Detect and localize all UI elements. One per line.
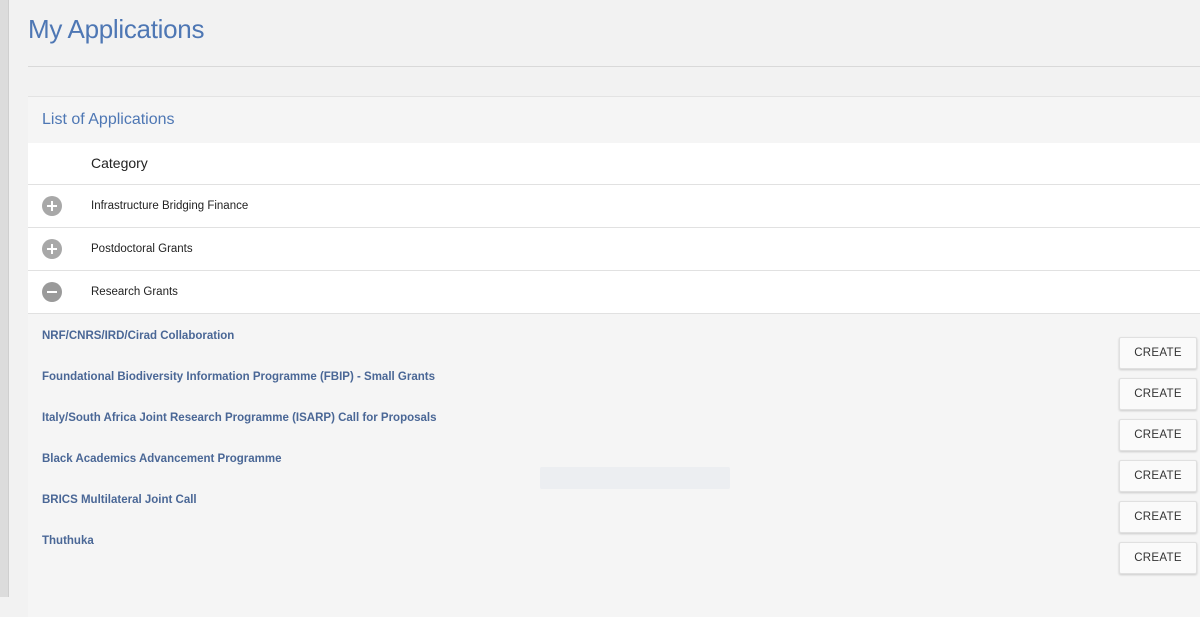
expand-plus-icon[interactable] [42,239,62,259]
title-divider [28,66,1200,67]
grant-row: Foundational Biodiversity Information Pr… [28,355,1200,410]
grant-link[interactable]: BRICS Multilateral Joint Call [42,494,197,506]
category-row-postdoctoral[interactable]: Postdoctoral Grants [28,228,1200,271]
page-title: My Applications [28,14,205,44]
left-border [0,0,9,597]
column-header-category: Category [28,143,1200,185]
category-row-infrastructure[interactable]: Infrastructure Bridging Finance [28,185,1200,228]
category-row-research[interactable]: Research Grants [28,271,1200,314]
applications-panel: List of Applications Category Infrastruc… [28,96,1200,617]
category-label: Research Grants [91,286,178,298]
grant-list: NRF/CNRS/IRD/Cirad Collaboration CREATE … [28,314,1200,574]
grant-link[interactable]: Foundational Biodiversity Information Pr… [42,371,435,383]
create-button[interactable]: CREATE [1119,542,1197,574]
panel-title: List of Applications [42,111,175,128]
category-label: Postdoctoral Grants [91,243,193,255]
grant-row: NRF/CNRS/IRD/Cirad Collaboration CREATE [28,314,1200,369]
collapse-minus-icon[interactable] [42,282,62,302]
faint-overlay [540,467,730,489]
category-label: Infrastructure Bridging Finance [91,200,249,212]
grant-link[interactable]: Thuthuka [42,535,94,547]
grant-link[interactable]: NRF/CNRS/IRD/Cirad Collaboration [42,330,234,342]
expand-plus-icon[interactable] [42,196,62,216]
grant-row: Thuthuka CREATE [28,519,1200,574]
grant-row: Italy/South Africa Joint Research Progra… [28,396,1200,451]
grant-link[interactable]: Italy/South Africa Joint Research Progra… [42,412,437,424]
category-table: Category Infrastructure Bridging Finance… [28,143,1200,314]
grant-link[interactable]: Black Academics Advancement Programme [42,453,281,465]
